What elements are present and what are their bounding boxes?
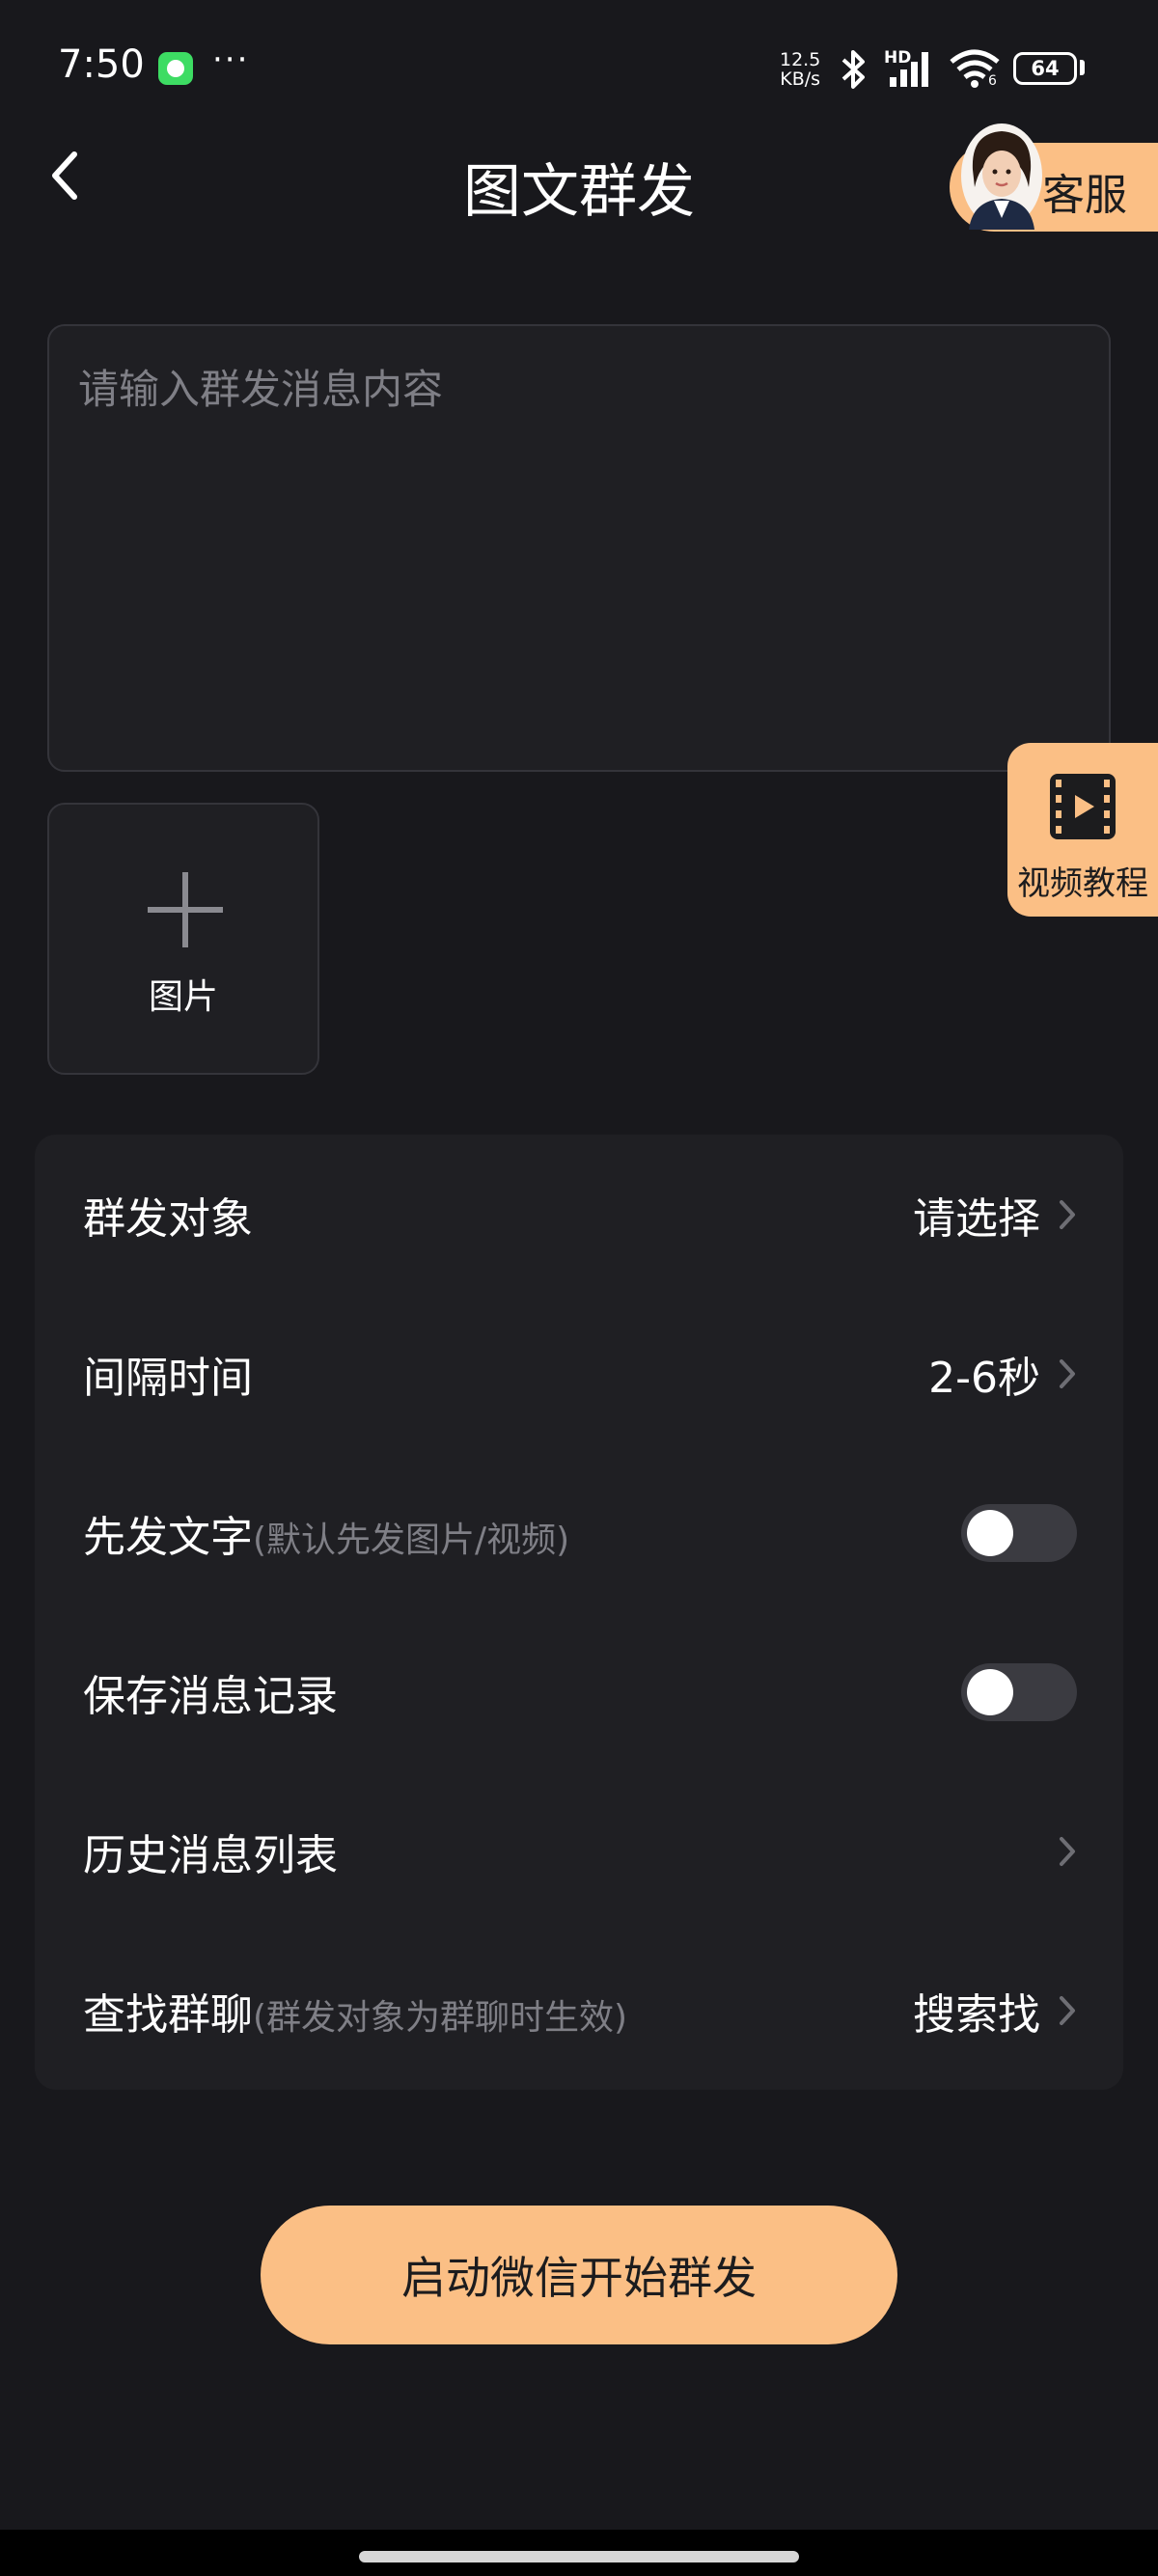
interval-time-label: 间隔时间 [83, 1353, 253, 1403]
network-speed-unit: KB/s [780, 69, 821, 90]
row-text-first: 先发文字(默认先发图片/视频) [35, 1453, 1123, 1612]
customer-service-button[interactable]: 客服 [950, 123, 1158, 232]
row-save-records: 保存消息记录 [35, 1612, 1123, 1771]
toggle-knob [967, 1509, 1013, 1556]
network-speed-value: 12.5 [780, 49, 821, 70]
row-history-list[interactable]: 历史消息列表 [35, 1771, 1123, 1931]
row-interval-time[interactable]: 间隔时间 2-6秒 [35, 1294, 1123, 1453]
settings-card: 群发对象 请选择 间隔时间 2-6秒 先发文字(默认先发图片/视频) 保存消息记… [35, 1135, 1123, 2090]
find-group-hint: (群发对象为群聊时生效) [253, 1997, 628, 2038]
message-box [47, 324, 1111, 772]
signal-icon [890, 52, 928, 87]
find-group-label: 查找群聊 [83, 1989, 253, 2040]
status-time: 7:50 [58, 42, 145, 87]
add-image-button[interactable]: 图片 [47, 803, 319, 1075]
wechat-notification-icon [158, 52, 193, 85]
row-send-target[interactable]: 群发对象 请选择 [35, 1135, 1123, 1294]
more-notifications-icon: ··· [212, 41, 250, 79]
interval-time-value: 2-6秒 [928, 1353, 1040, 1403]
find-group-label-wrap: 查找群聊(群发对象为群聊时生效) [83, 1980, 627, 2042]
battery-level: 64 [1031, 57, 1060, 80]
start-broadcast-button[interactable]: 启动微信开始群发 [261, 2206, 897, 2344]
chevron-right-icon [1060, 1836, 1075, 1866]
message-input[interactable] [49, 326, 1109, 770]
status-bar: 7:50 ··· 12.5 KB/s HD 6 64 [0, 0, 1158, 135]
video-play-icon [1050, 774, 1116, 839]
save-records-toggle[interactable] [961, 1662, 1077, 1721]
text-first-label-wrap: 先发文字(默认先发图片/视频) [83, 1502, 569, 1564]
text-first-toggle[interactable] [961, 1503, 1077, 1562]
history-list-label: 历史消息列表 [83, 1830, 338, 1880]
find-group-value: 搜索找 [913, 1989, 1040, 2040]
toggle-knob [967, 1668, 1013, 1715]
text-first-label: 先发文字 [83, 1512, 253, 1562]
plus-icon [148, 872, 223, 947]
chevron-right-icon [1060, 1995, 1075, 2025]
battery-icon: 64 [1013, 52, 1077, 85]
battery-tip [1080, 60, 1085, 75]
chevron-right-icon [1060, 1199, 1075, 1229]
home-indicator[interactable] [359, 2551, 799, 2562]
bluetooth-icon [841, 50, 865, 89]
chevron-right-icon [1060, 1358, 1075, 1388]
send-target-value: 请选择 [913, 1193, 1040, 1244]
add-image-label: 图片 [148, 977, 218, 1017]
video-tutorial-label: 视频教程 [1017, 864, 1148, 903]
customer-service-label: 客服 [1042, 171, 1127, 220]
wifi-sub-label: 6 [988, 73, 997, 89]
service-agent-avatar [961, 123, 1042, 230]
row-find-group[interactable]: 查找群聊(群发对象为群聊时生效) 搜索找 [35, 1931, 1123, 2090]
network-speed: 12.5 KB/s [780, 50, 820, 89]
text-first-hint: (默认先发图片/视频) [253, 1520, 570, 1560]
send-target-label: 群发对象 [83, 1193, 253, 1244]
video-tutorial-button[interactable]: 视频教程 [1007, 743, 1158, 917]
save-records-label: 保存消息记录 [83, 1671, 338, 1721]
